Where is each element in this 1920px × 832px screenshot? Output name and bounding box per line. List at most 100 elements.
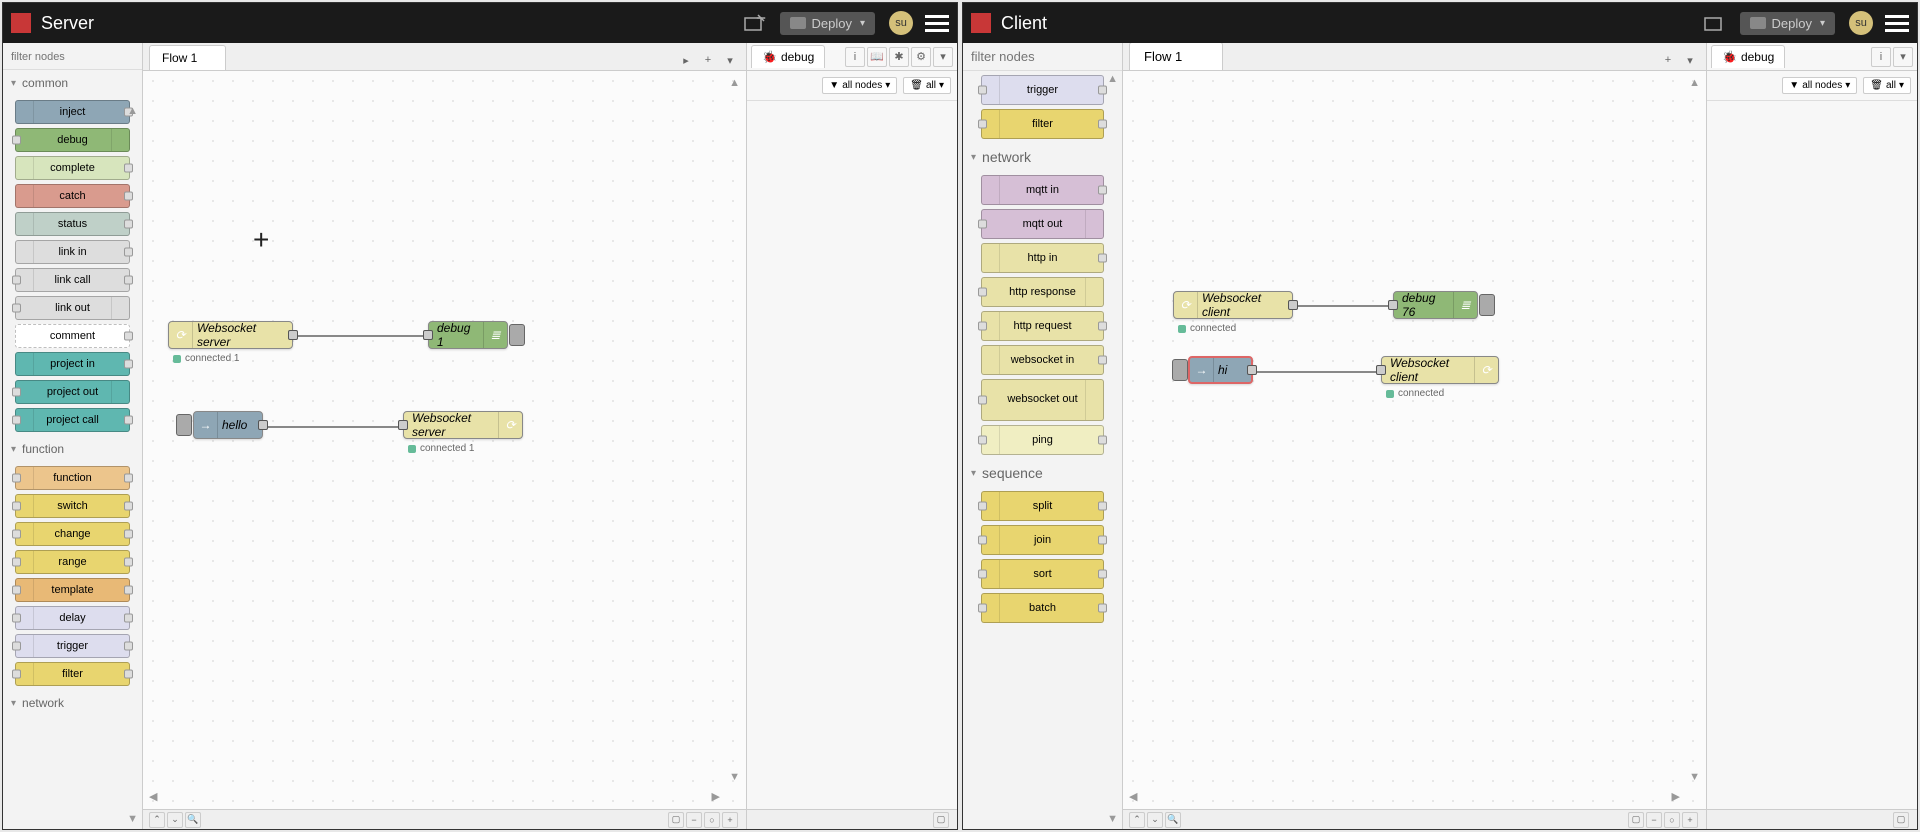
zoom-out-button[interactable]: − bbox=[686, 812, 702, 828]
canvas-scroll-up-icon[interactable]: ▲ bbox=[729, 77, 740, 89]
output-port[interactable] bbox=[288, 330, 298, 340]
palette-node-trigger[interactable]: trigger bbox=[981, 75, 1104, 105]
sidebar-tab-debug[interactable]: 🐞debug bbox=[1711, 45, 1785, 68]
scroll-down-icon[interactable]: ▼ bbox=[127, 813, 138, 825]
sidebar-info-button[interactable]: i bbox=[845, 47, 865, 67]
hamburger-menu-icon[interactable] bbox=[1885, 15, 1909, 32]
filter-nodes-input[interactable] bbox=[7, 49, 138, 65]
palette-node-project-call[interactable]: project call bbox=[15, 408, 130, 432]
canvas-scroll-right-icon[interactable]: ▶ bbox=[712, 790, 720, 803]
palette-node-link-out[interactable]: link out bbox=[15, 296, 130, 320]
scroll-up-icon[interactable]: ▲ bbox=[1107, 73, 1118, 85]
input-port[interactable] bbox=[1376, 365, 1386, 375]
chevron-down-icon[interactable]: ▾ bbox=[1820, 18, 1825, 29]
tab-flow1[interactable]: Flow 1 bbox=[149, 45, 226, 70]
palette-node-http-response[interactable]: http response bbox=[981, 277, 1104, 307]
palette-node-filter[interactable]: filter bbox=[981, 109, 1104, 139]
canvas-scroll-left-icon[interactable]: ◀ bbox=[1129, 790, 1137, 803]
footer-btn-1[interactable]: ⌃ bbox=[149, 812, 165, 828]
palette-node-complete[interactable]: complete bbox=[15, 156, 130, 180]
tab-menu-button[interactable]: ▾ bbox=[720, 50, 740, 70]
category-network[interactable]: network bbox=[963, 143, 1122, 171]
node-inject-hello[interactable]: → hello bbox=[193, 411, 263, 439]
sidebar-tab-debug[interactable]: 🐞debug bbox=[751, 45, 825, 68]
debug-toggle-button[interactable] bbox=[509, 324, 525, 346]
workspace-icon[interactable] bbox=[1702, 10, 1728, 36]
palette-node-mqtt-in[interactable]: mqtt in bbox=[981, 175, 1104, 205]
tab-add-button[interactable]: + bbox=[698, 50, 718, 70]
deploy-button[interactable]: Deploy▾ bbox=[780, 12, 876, 35]
palette-node-link-call[interactable]: link call bbox=[15, 268, 130, 292]
wire[interactable] bbox=[258, 426, 408, 428]
palette-node-mqtt-out[interactable]: mqtt out bbox=[981, 209, 1104, 239]
debug-toggle-button[interactable] bbox=[1479, 294, 1495, 316]
output-port[interactable] bbox=[1288, 300, 1298, 310]
palette-node-join[interactable]: join bbox=[981, 525, 1104, 555]
scroll-down-icon[interactable]: ▼ bbox=[1107, 813, 1118, 825]
search-button[interactable]: 🔍 bbox=[185, 812, 201, 828]
sidebar-more-button[interactable]: ▾ bbox=[1893, 47, 1913, 67]
search-button[interactable]: 🔍 bbox=[1165, 812, 1181, 828]
footer-btn-1[interactable]: ⌃ bbox=[1129, 812, 1145, 828]
zoom-fit-button[interactable]: ▢ bbox=[1628, 812, 1644, 828]
workspace-icon[interactable] bbox=[742, 10, 768, 36]
palette-node-sort[interactable]: sort bbox=[981, 559, 1104, 589]
wire[interactable] bbox=[1253, 371, 1383, 373]
tab-flow1[interactable]: Flow 1 bbox=[1129, 43, 1223, 70]
user-avatar[interactable]: su bbox=[1849, 11, 1873, 35]
palette-node-ping[interactable]: ping bbox=[981, 425, 1104, 455]
wire[interactable] bbox=[1293, 305, 1393, 307]
palette-node-template[interactable]: template bbox=[15, 578, 130, 602]
sidebar-context-button[interactable]: ✱ bbox=[889, 47, 909, 67]
sidebar-info-button[interactable]: i bbox=[1871, 47, 1891, 67]
output-port[interactable] bbox=[1247, 365, 1257, 375]
palette-node-delay[interactable]: delay bbox=[15, 606, 130, 630]
tab-add-button[interactable]: + bbox=[1658, 50, 1678, 70]
wire[interactable] bbox=[288, 335, 433, 337]
zoom-fit-button[interactable]: ▢ bbox=[668, 812, 684, 828]
category-sequence[interactable]: sequence bbox=[963, 459, 1122, 487]
palette-node-filter[interactable]: filter bbox=[15, 662, 130, 686]
palette-node-debug[interactable]: debug bbox=[15, 128, 130, 152]
palette-node-websocket-out[interactable]: websocket out bbox=[981, 379, 1104, 421]
palette-node-range[interactable]: range bbox=[15, 550, 130, 574]
node-websocket-server-out[interactable]: Websocket server ⟳ connected 1 bbox=[403, 411, 523, 439]
palette-node-comment[interactable]: comment bbox=[15, 324, 130, 348]
palette-node-split[interactable]: split bbox=[981, 491, 1104, 521]
zoom-reset-button[interactable]: ○ bbox=[704, 812, 720, 828]
node-debug1[interactable]: debug 1 ≣ bbox=[428, 321, 508, 349]
scroll-up-icon[interactable]: ▲ bbox=[127, 105, 138, 117]
input-port[interactable] bbox=[423, 330, 433, 340]
palette-node-catch[interactable]: catch bbox=[15, 184, 130, 208]
sidebar-expand-button[interactable]: ▢ bbox=[933, 812, 949, 828]
palette-node-batch[interactable]: batch bbox=[981, 593, 1104, 623]
canvas-scroll-up-icon[interactable]: ▲ bbox=[1689, 77, 1700, 89]
node-websocket-client-out[interactable]: Websocket client ⟳ connected bbox=[1381, 356, 1499, 384]
filter-all-nodes-button[interactable]: ▼all nodes▾ bbox=[822, 77, 897, 94]
hamburger-menu-icon[interactable] bbox=[925, 15, 949, 32]
sidebar-expand-button[interactable]: ▢ bbox=[1893, 812, 1909, 828]
palette-node-project-in[interactable]: project in bbox=[15, 352, 130, 376]
canvas-scroll-right-icon[interactable]: ▶ bbox=[1672, 790, 1680, 803]
sidebar-config-button[interactable]: ⚙ bbox=[911, 47, 931, 67]
footer-btn-2[interactable]: ⌄ bbox=[1147, 812, 1163, 828]
palette-node-switch[interactable]: switch bbox=[15, 494, 130, 518]
chevron-down-icon[interactable]: ▾ bbox=[860, 18, 865, 29]
category-common[interactable]: common bbox=[3, 70, 142, 96]
tab-menu-button[interactable]: ▾ bbox=[1680, 50, 1700, 70]
deploy-button[interactable]: Deploy▾ bbox=[1740, 12, 1836, 35]
category-network[interactable]: network bbox=[3, 690, 142, 716]
palette-node-project-out[interactable]: project out bbox=[15, 380, 130, 404]
clear-all-button[interactable]: 🗑all▾ bbox=[1863, 77, 1911, 94]
zoom-out-button[interactable]: − bbox=[1646, 812, 1662, 828]
filter-all-nodes-button[interactable]: ▼all nodes▾ bbox=[1782, 77, 1857, 94]
node-inject-hi[interactable]: → hi bbox=[1188, 356, 1253, 384]
flow-canvas[interactable]: + ⟳ Websocket server connected 1 debug 1… bbox=[143, 71, 746, 809]
palette-node-trigger[interactable]: trigger bbox=[15, 634, 130, 658]
palette-node-http-request[interactable]: http request bbox=[981, 311, 1104, 341]
footer-btn-2[interactable]: ⌄ bbox=[167, 812, 183, 828]
zoom-in-button[interactable]: + bbox=[1682, 812, 1698, 828]
flow-canvas[interactable]: ⟳ Websocket client connected debug 76 ≣ … bbox=[1123, 71, 1706, 809]
tab-run-button[interactable]: ▸ bbox=[676, 50, 696, 70]
canvas-scroll-down-icon[interactable]: ▼ bbox=[729, 771, 740, 783]
